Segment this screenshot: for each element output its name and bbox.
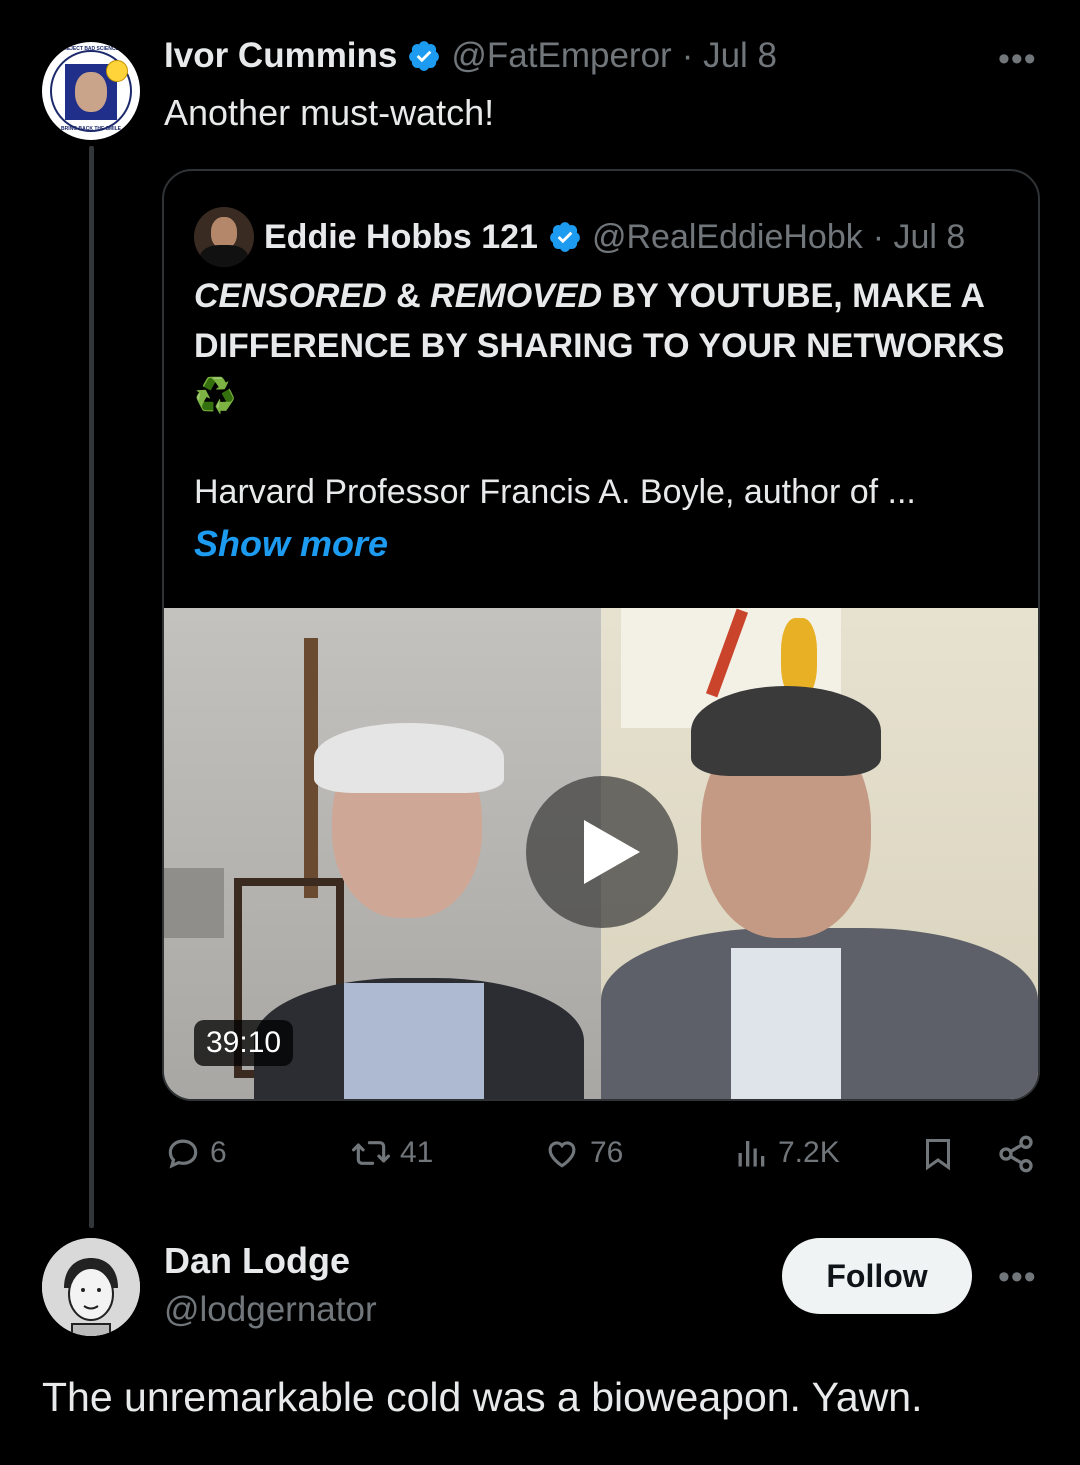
cartoon-face-icon bbox=[42, 1238, 140, 1336]
quote-header: Eddie Hobbs 121 @RealEddieHobk · Jul 8 bbox=[194, 207, 965, 267]
tweet-date[interactable]: · Jul 8 bbox=[682, 36, 777, 76]
like-count: 76 bbox=[590, 1136, 624, 1169]
avatar-bottom-text: BRING BACK THE SMILE bbox=[61, 126, 121, 132]
thread-line bbox=[89, 146, 94, 1228]
play-button-icon[interactable] bbox=[526, 776, 678, 928]
heart-icon bbox=[548, 1141, 576, 1168]
author-handle[interactable]: @FatEmperor bbox=[451, 36, 671, 76]
quoted-tweet[interactable]: Eddie Hobbs 121 @RealEddieHobk · Jul 8 C… bbox=[162, 169, 1040, 1101]
views-button[interactable]: 7.2K bbox=[734, 1134, 840, 1172]
share-button[interactable] bbox=[996, 1134, 1036, 1174]
quote-headline: CENSORED & REMOVED BY YOUTUBE, MAKE A DI… bbox=[194, 277, 1005, 415]
reply-author-avatar[interactable] bbox=[42, 1238, 140, 1336]
tweet-header: Ivor Cummins @FatEmperor · Jul 8 bbox=[164, 36, 777, 76]
quote-author-avatar bbox=[194, 207, 254, 267]
more-options-icon[interactable]: ••• bbox=[998, 40, 1037, 79]
views-count: 7.2K bbox=[778, 1136, 840, 1169]
verified-badge-icon bbox=[550, 222, 580, 252]
bookmark-button[interactable] bbox=[920, 1134, 956, 1174]
share-icon bbox=[999, 1135, 1033, 1173]
author-avatar[interactable]: REJECT BAD SCIENCE BRING BACK THE SMILE bbox=[42, 42, 140, 140]
quote-body: Harvard Professor Francis A. Boyle, auth… bbox=[194, 473, 916, 511]
bookmark-icon bbox=[926, 1139, 950, 1171]
reply-count: 6 bbox=[210, 1136, 227, 1169]
video-player[interactable]: 39:10 bbox=[164, 608, 1038, 1099]
repost-button[interactable]: 41 bbox=[350, 1134, 433, 1172]
follow-button[interactable]: Follow bbox=[782, 1238, 972, 1314]
reply-text: The unremarkable cold was a bioweapon. Y… bbox=[42, 1374, 923, 1420]
reply-button[interactable]: 6 bbox=[164, 1134, 227, 1172]
reply-author-name[interactable]: Dan Lodge bbox=[164, 1240, 350, 1282]
reply-icon bbox=[168, 1139, 198, 1169]
recycle-emoji-icon: ♻️ bbox=[194, 377, 237, 415]
tweet-text: Another must-watch! bbox=[164, 92, 495, 133]
reply-author-handle[interactable]: @lodgernator bbox=[164, 1290, 377, 1330]
views-chart-icon bbox=[738, 1141, 765, 1167]
smiley-icon bbox=[106, 60, 128, 82]
quote-author-name: Eddie Hobbs 121 bbox=[264, 217, 538, 256]
show-more-link[interactable]: Show more bbox=[194, 523, 388, 565]
quote-date: · Jul 8 bbox=[872, 217, 966, 256]
reply-more-options-icon[interactable]: ••• bbox=[998, 1258, 1037, 1297]
author-name[interactable]: Ivor Cummins bbox=[164, 36, 397, 76]
quote-author-handle: @RealEddieHobk bbox=[591, 217, 863, 256]
like-button[interactable]: 76 bbox=[542, 1134, 623, 1172]
video-duration: 39:10 bbox=[194, 1020, 294, 1066]
verified-badge-icon bbox=[409, 41, 440, 71]
repost-icon bbox=[352, 1141, 390, 1165]
repost-count: 41 bbox=[400, 1136, 434, 1169]
